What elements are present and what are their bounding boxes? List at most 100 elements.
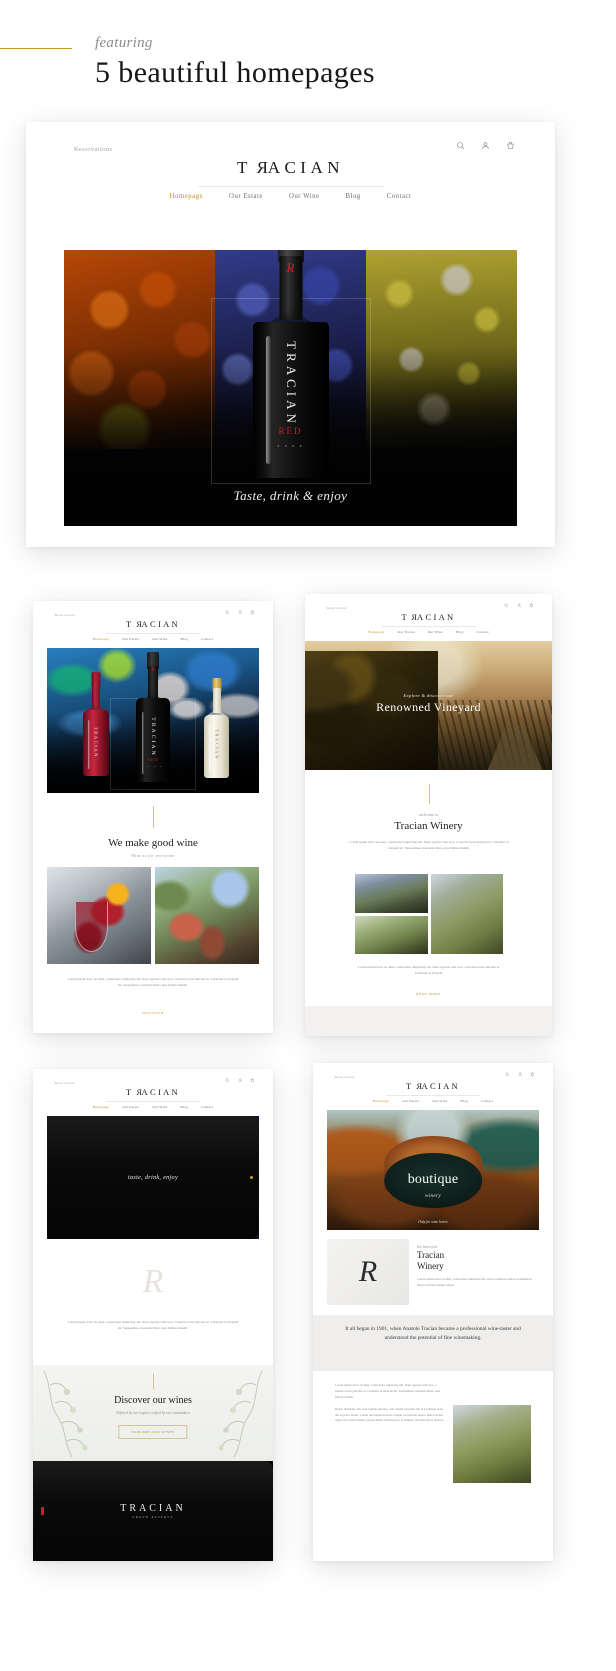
nav-item-blog[interactable]: Blog: [456, 630, 464, 634]
nav-item-our-estate[interactable]: Our Estate: [398, 630, 415, 634]
gallery-image-2: [355, 915, 428, 954]
mockup-homepage-hero[interactable]: Reservations TRACIAN Homepage Our Estate…: [26, 122, 555, 547]
nav-item-homepage[interactable]: Homepage: [170, 193, 203, 200]
nav-item-our-estate[interactable]: Our Estate: [229, 193, 263, 200]
reservations-link[interactable]: Reservations: [55, 1081, 75, 1085]
history-body: Lorem ipsum dolor sit amet, consectetur …: [335, 1383, 445, 1495]
brand-logo[interactable]: TRACIAN: [305, 612, 552, 622]
brand-logo[interactable]: TRACIAN: [26, 158, 555, 178]
image-wine-pour: [47, 867, 151, 964]
read-more-link[interactable]: READ MORE: [305, 992, 552, 996]
account-icon[interactable]: [238, 1078, 243, 1083]
nav-item-homepage[interactable]: Homepage: [93, 637, 110, 641]
wine-bottle-horizontal-large: TRACIAN GRAND RESERVE: [33, 1461, 273, 1561]
nav-item-blog[interactable]: Blog: [460, 1099, 468, 1103]
winery-intro-text: the historical Tracian Winery Lorem ipsu…: [417, 1239, 539, 1305]
section-heading: Tracian Winery: [417, 1250, 445, 1271]
bottle-showcase: TRACIAN GRAND RESERVE: [33, 1461, 273, 1561]
main-nav: Homepage Our Estate Our Wine Blog Contac…: [305, 630, 552, 634]
brand-logo[interactable]: TRACIAN: [313, 1081, 553, 1091]
cart-icon[interactable]: [250, 610, 255, 615]
bottle-monogram: R: [151, 668, 155, 673]
search-icon[interactable]: [456, 141, 465, 150]
bottle-accent-dot: [250, 1176, 253, 1179]
header-rule: [0, 48, 72, 49]
history-statement: It all began in 1901, when Anatole Traci…: [345, 1326, 521, 1341]
bottle-highlight: [88, 720, 90, 769]
hero-banner-grapes: taste, drink, enjoy: [47, 1116, 259, 1239]
hero-heading: boutique: [407, 1172, 459, 1188]
nav-item-contact[interactable]: Contact: [201, 637, 213, 641]
bottle-highlight: [209, 724, 211, 771]
hero-note: Only for wine lovers: [418, 1220, 448, 1224]
nav-item-our-estate[interactable]: Our Estate: [122, 1105, 139, 1109]
nav-item-homepage[interactable]: Homepage: [373, 1099, 390, 1103]
nav-item-our-wine[interactable]: Our Wine: [289, 193, 320, 200]
nav-item-contact[interactable]: Contact: [481, 1099, 493, 1103]
bottle-label-text: taste, drink, enjoy: [127, 1174, 179, 1181]
gallery-image-3: [430, 874, 503, 954]
search-icon[interactable]: [225, 1078, 230, 1083]
section-body: Lorem ipsum dolor sit amet, consectetur …: [417, 1276, 533, 1287]
nav-item-our-wine[interactable]: Our Wine: [432, 1099, 447, 1103]
section-body: Lorem ipsum dolor sit amet, consectetur …: [67, 977, 239, 988]
nav-item-contact[interactable]: Contact: [201, 1105, 213, 1109]
section-body: Lorem ipsum dolor sit amet, consectetur …: [349, 840, 509, 851]
mockup-discover-wines[interactable]: Reservations TRACIAN Homepage Our Estate…: [33, 1069, 273, 1561]
bottle-dots: ● ● ● ●: [142, 766, 164, 768]
history-detail: Lorem ipsum dolor sit amet, consectetur …: [335, 1383, 531, 1495]
hero-eyebrow: Explore & discover our: [403, 692, 454, 698]
nav-item-our-estate[interactable]: Our Estate: [122, 637, 139, 641]
account-icon[interactable]: [238, 610, 243, 615]
nav-item-contact[interactable]: Contact: [387, 193, 412, 200]
bottle-label-text: TRACIAN: [150, 717, 156, 757]
cart-icon[interactable]: [506, 141, 515, 150]
account-icon[interactable]: [517, 603, 522, 608]
cart-icon[interactable]: [529, 603, 534, 608]
nav-divider: [106, 1101, 200, 1102]
image-friends-outdoors: [155, 867, 259, 964]
nav-item-blog[interactable]: Blog: [180, 1105, 188, 1109]
cart-icon[interactable]: [530, 1072, 535, 1077]
section-eyebrow: the historical: [417, 1245, 438, 1249]
bottle-monogram: R: [286, 260, 295, 275]
brand-logo[interactable]: TRACIAN: [33, 1087, 273, 1097]
nav-item-homepage[interactable]: Homepage: [368, 630, 385, 634]
nav-item-our-wine[interactable]: Our Wine: [428, 630, 443, 634]
header-icons: [225, 1078, 255, 1083]
nav-item-blog[interactable]: Blog: [346, 193, 361, 200]
brand-logo[interactable]: TRACIAN: [33, 619, 273, 629]
nav-divider: [386, 1095, 480, 1096]
mockup-boutique[interactable]: Reservations TRACIAN Homepage Our Estate…: [313, 1063, 553, 1561]
nav-item-contact[interactable]: Contact: [477, 630, 489, 634]
reservations-link[interactable]: Reservations: [55, 613, 75, 617]
cart-icon[interactable]: [250, 1078, 255, 1083]
mockup-good-wine[interactable]: Reservations TRACIAN Homepage Our Estate…: [33, 601, 273, 1033]
mockup-vineyard[interactable]: Reservations TRACIAN Homepage Our Estate…: [305, 594, 552, 1036]
reservations-link[interactable]: Reservations: [327, 606, 347, 610]
page-title: 5 beautiful homepages: [95, 56, 375, 89]
gallery-image-1: [355, 874, 428, 913]
account-icon[interactable]: [481, 141, 490, 150]
section-subheading: Wine is for everyone: [131, 853, 175, 858]
section-heading: Tracian Winery: [394, 820, 463, 832]
nav-item-homepage[interactable]: Homepage: [93, 1105, 110, 1109]
search-icon[interactable]: [504, 603, 509, 608]
section-divider: [428, 784, 430, 804]
reservations-link[interactable]: Reservations: [335, 1075, 355, 1079]
reservations-link[interactable]: Reservations: [74, 146, 112, 153]
explore-wines-button[interactable]: EXPLORE OUR WINES: [118, 1425, 188, 1439]
header-eyebrow: featuring: [95, 35, 153, 51]
bottle-variant-label: RED: [278, 426, 303, 436]
nav-item-our-wine[interactable]: Our Wine: [152, 637, 167, 641]
nav-item-our-wine[interactable]: Our Wine: [152, 1105, 167, 1109]
account-icon[interactable]: [518, 1072, 523, 1077]
history-band: It all began in 1901, when Anatole Traci…: [313, 1315, 553, 1371]
search-icon[interactable]: [225, 610, 230, 615]
discover-link[interactable]: DISCOVER: [33, 1011, 273, 1015]
nav-item-our-estate[interactable]: Our Estate: [402, 1099, 419, 1103]
hero-vignette: [327, 1110, 539, 1230]
nav-item-blog[interactable]: Blog: [180, 637, 188, 641]
search-icon[interactable]: [505, 1072, 510, 1077]
nav-divider: [198, 186, 384, 187]
